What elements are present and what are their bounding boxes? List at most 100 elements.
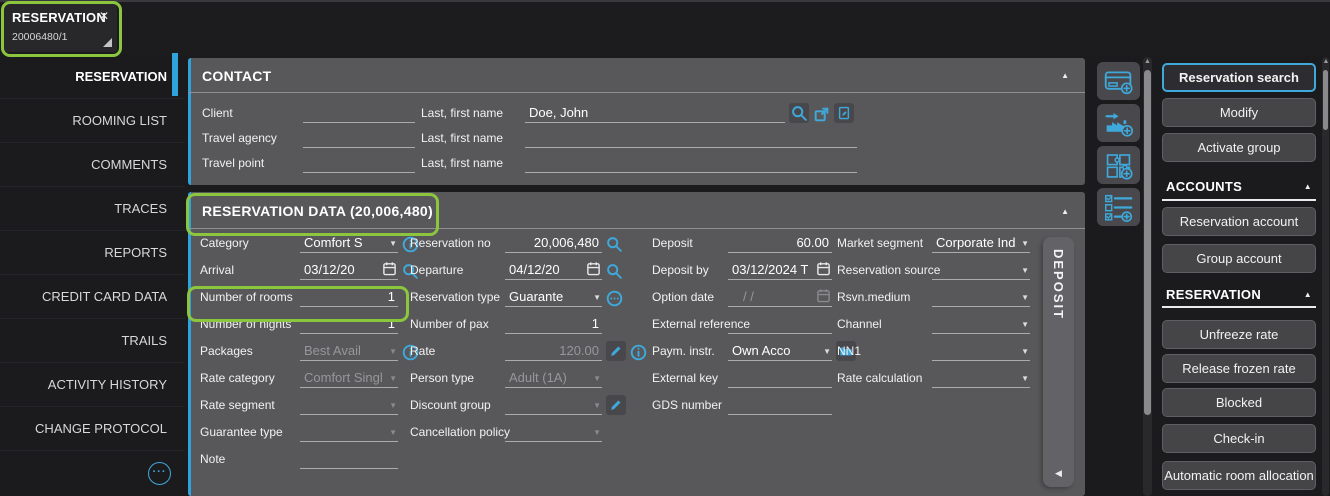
note-field[interactable]	[300, 448, 398, 469]
check-in-button[interactable]: Check-in	[1162, 424, 1316, 453]
option-date-field[interactable]: / /	[728, 286, 832, 307]
sidebar-more-button[interactable]: ···	[148, 462, 171, 485]
chevron-down-icon[interactable]: ▼	[389, 239, 397, 250]
search-icon[interactable]	[606, 236, 623, 253]
rate-segment-field[interactable]: ▼	[300, 394, 398, 415]
reservation-tab[interactable]: RESERVATION ✕ 20006480/1	[3, 3, 117, 52]
add-package-button[interactable]	[1097, 146, 1140, 184]
collapse-up-icon[interactable]: ▲	[1061, 207, 1069, 216]
cancellation-policy-field[interactable]: ▼	[505, 421, 602, 442]
sidebar-item-reports[interactable]: REPORTS	[0, 231, 185, 275]
discount-group-field[interactable]: ▼	[505, 394, 626, 415]
chevron-down-icon: ▼	[593, 374, 601, 385]
number-of-rooms-field[interactable]: 1	[300, 286, 398, 307]
chevron-down-icon[interactable]: ▼	[1021, 347, 1029, 358]
person-type-field[interactable]: Adult (1A)▼	[505, 367, 602, 388]
collapse-up-icon[interactable]: ▲	[1061, 71, 1069, 80]
chevron-down-icon[interactable]: ▼	[1021, 239, 1029, 250]
sidebar-item-comments[interactable]: COMMENTS	[0, 143, 185, 187]
rate-edit-button[interactable]	[606, 341, 626, 361]
calendar-icon[interactable]	[816, 261, 831, 276]
sidebar-item-credit-card-data[interactable]: CREDIT CARD DATA	[0, 275, 185, 319]
scroll-up-icon[interactable]: ▲	[1323, 58, 1330, 65]
chevron-down-icon[interactable]: ▼	[1021, 320, 1029, 331]
travel-agency-code-field[interactable]	[303, 127, 415, 148]
client-code-field[interactable]	[303, 102, 415, 123]
blocked-button[interactable]: Blocked	[1162, 388, 1316, 417]
travel-agency-name-label: Last, first name	[421, 131, 503, 145]
close-icon[interactable]: ✕	[99, 9, 109, 23]
chevron-down-icon[interactable]: ▼	[1021, 374, 1029, 385]
travel-point-name-field[interactable]	[525, 152, 857, 173]
number-of-pax-field[interactable]: 1	[505, 313, 602, 334]
sidebar-item-trails[interactable]: TRAILS	[0, 319, 185, 363]
reservation-no-field[interactable]: 20,006,480	[505, 232, 623, 253]
chevron-down-icon[interactable]: ▼	[593, 293, 601, 304]
category-field[interactable]: Comfort S▼	[300, 232, 419, 253]
number-of-rooms-value: 1	[388, 289, 397, 304]
chevron-down-icon[interactable]: ▼	[823, 347, 831, 358]
rsvn-medium-field[interactable]: ▼	[932, 286, 1030, 307]
client-profile-edit-button[interactable]	[834, 103, 854, 123]
chevron-down-icon[interactable]: ▼	[1021, 293, 1029, 304]
group-account-button[interactable]: Group account	[1162, 244, 1316, 273]
deposit-by-field[interactable]: 03/12/2024 T	[728, 259, 832, 280]
sidebar-item-label: COMMENTS	[91, 157, 167, 172]
release-frozen-rate-button[interactable]: Release frozen rate	[1162, 354, 1316, 383]
calendar-icon[interactable]	[382, 261, 397, 276]
info-icon[interactable]	[630, 344, 647, 361]
add-credit-card-button[interactable]	[1097, 62, 1140, 100]
sidebar-item-traces[interactable]: TRACES	[0, 187, 185, 231]
chevron-down-icon[interactable]: ▼	[1021, 266, 1029, 277]
collapse-up-icon[interactable]: ▲	[1304, 290, 1312, 299]
calendar-icon[interactable]	[586, 261, 601, 276]
departure-field[interactable]: 04/12/20	[505, 259, 623, 280]
sidebar-item-activity-history[interactable]: ACTIVITY HISTORY	[0, 363, 185, 407]
reservation-account-button[interactable]: Reservation account	[1162, 207, 1316, 236]
discount-group-edit-button[interactable]	[606, 395, 626, 415]
reservation-search-button[interactable]: Reservation search	[1162, 63, 1316, 92]
scroll-up-icon[interactable]: ▲	[1144, 58, 1151, 65]
reservation-type-field[interactable]: Guarante▼	[505, 286, 623, 307]
search-icon[interactable]	[606, 263, 623, 280]
collapse-up-icon[interactable]: ▲	[1304, 182, 1312, 191]
travel-point-code-field[interactable]	[303, 152, 415, 173]
external-key-field[interactable]	[728, 367, 832, 388]
discount-group-label: Discount group	[410, 398, 491, 412]
arrival-field[interactable]: 03/12/20	[300, 259, 419, 280]
rate-calculation-field[interactable]: ▼	[932, 367, 1030, 388]
add-trace-button[interactable]	[1097, 188, 1140, 226]
activate-group-button[interactable]: Activate group	[1162, 133, 1316, 162]
market-segment-field[interactable]: Corporate Ind▼	[932, 232, 1030, 253]
ellipsis-circle-icon[interactable]	[606, 290, 623, 307]
deposit-side-tab[interactable]: DEPOSIT ◀	[1043, 237, 1074, 487]
travel-agency-name-field[interactable]	[525, 127, 857, 148]
packages-field[interactable]: Best Avail▼	[300, 340, 419, 361]
open-external-icon[interactable]	[813, 106, 830, 123]
sidebar-item-change-protocol[interactable]: CHANGE PROTOCOL	[0, 407, 185, 451]
accounts-section-header[interactable]: ACCOUNTS ▲	[1166, 176, 1312, 196]
right-scrollbar-thumb[interactable]	[1323, 70, 1328, 130]
channel-field[interactable]: ▼	[932, 313, 1030, 334]
number-of-nights-field[interactable]: 1	[300, 313, 398, 334]
gds-number-field[interactable]	[728, 394, 832, 415]
deposit-field[interactable]: 60.00	[728, 232, 832, 253]
rate-category-field[interactable]: Comfort Singl▼	[300, 367, 398, 388]
client-search-button[interactable]	[789, 103, 809, 123]
sidebar-item-reservation[interactable]: RESERVATION	[0, 55, 185, 99]
main-scrollbar-thumb[interactable]	[1144, 70, 1151, 415]
guarantee-type-field[interactable]: ▼	[300, 421, 398, 442]
tab-corner-handle[interactable]	[103, 38, 112, 47]
reservation-section-header[interactable]: RESERVATION ▲	[1166, 284, 1312, 304]
sidebar-item-rooming-list[interactable]: ROOMING LIST	[0, 99, 185, 143]
external-reference-field[interactable]	[728, 313, 832, 334]
automatic-room-allocation-button[interactable]: Automatic room allocation	[1162, 461, 1316, 490]
unfreeze-rate-button[interactable]: Unfreeze rate	[1162, 320, 1316, 349]
modify-button[interactable]: Modify	[1162, 98, 1316, 127]
reservation-source-field[interactable]: ▼	[932, 259, 1030, 280]
add-group-checkin-button[interactable]	[1097, 104, 1140, 142]
collapse-left-icon[interactable]: ◀	[1055, 468, 1062, 479]
rate-field[interactable]: 120.00	[505, 340, 647, 361]
client-name-field[interactable]: Doe, John	[525, 102, 854, 123]
nn1-field[interactable]: ▼	[932, 340, 1030, 361]
